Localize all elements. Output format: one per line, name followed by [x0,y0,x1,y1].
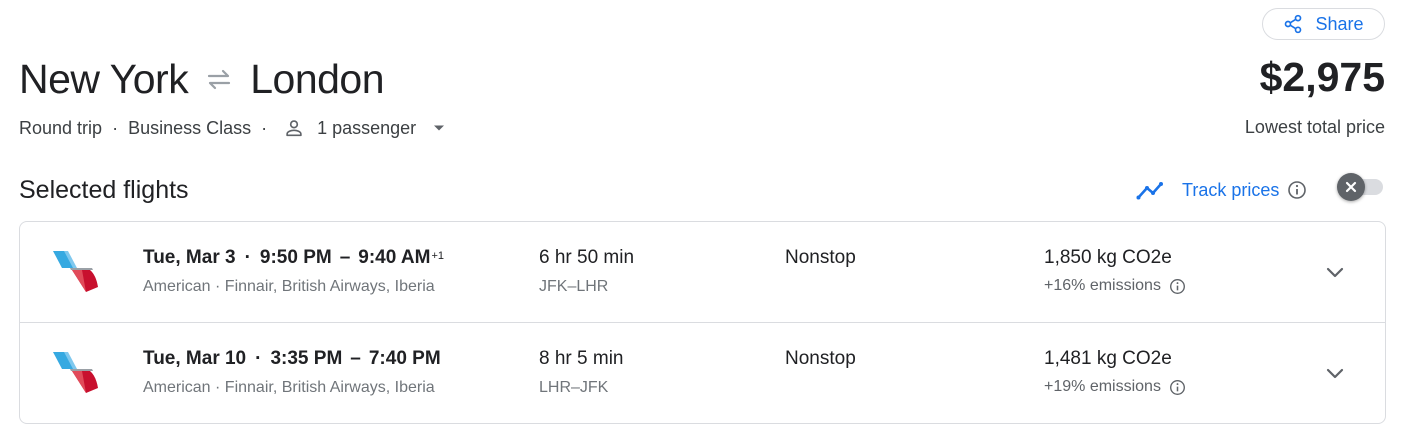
flight-emissions: 1,481 kg CO2e [1044,348,1172,369]
emission-diff-label: +16% emissions [1044,277,1161,294]
time-dash: – [339,247,351,268]
toggle-knob [1337,173,1365,201]
flight-airports: JFK–LHR [539,278,609,295]
departure-time: 3:35 PM [270,348,343,369]
flight-row-outbound[interactable]: Tue, Mar 3 · 9:50 PM – 9:40 AM +1 Americ… [20,222,1385,322]
share-label: Share [1315,13,1364,34]
origin-city: New York [19,55,189,102]
flight-stops: Nonstop [785,247,856,268]
track-prices[interactable]: Track prices [1136,176,1307,204]
time-dash: – [350,348,361,369]
airline-names: American · Finnair, British Airways, Ibe… [143,278,435,295]
flight-stops: Nonstop [785,348,856,369]
trip-summary: Round trip · Business Class · 1 passenge… [19,116,446,140]
cabin-class: Business Class [128,117,252,138]
emission-diff-label: +19% emissions [1044,378,1161,395]
emission-difference: +19% emissions [1044,378,1186,396]
flight-airports: LHR–JFK [539,379,609,396]
share-icon [1283,14,1303,34]
price-label: Lowest total price [1244,117,1385,137]
selected-flights-heading: Selected flights [19,176,189,204]
route-title: New York London [19,54,385,104]
flight-duration: 8 hr 5 min [539,348,624,369]
close-icon [1344,180,1358,194]
flight-duration: 6 hr 50 min [539,247,635,268]
info-icon[interactable] [1169,379,1186,396]
flight-row-return[interactable]: Tue, Mar 10 · 3:35 PM – 7:40 PM American… [20,322,1385,423]
day-offset: +1 [431,250,444,262]
airline-names: American · Finnair, British Airways, Ibe… [143,379,435,396]
airline-logo [52,350,100,396]
emission-difference: +16% emissions [1044,277,1186,295]
destination-city: London [250,55,385,102]
separator-dot: · [244,247,251,268]
track-prices-toggle[interactable] [1337,173,1385,201]
passenger-selector[interactable]: 1 passenger [277,117,446,139]
person-icon [283,117,305,139]
chevron-down-icon[interactable] [1321,359,1349,387]
share-button[interactable]: Share [1262,8,1385,40]
separator-dot: · [261,117,268,138]
arrival-time: 9:40 AM [358,247,431,268]
info-icon[interactable] [1169,278,1186,295]
caret-down-icon [432,121,446,135]
swap-icon [204,64,234,94]
separator-dot: · [255,348,262,369]
airline-logo [52,249,100,295]
selected-flights-list: Tue, Mar 3 · 9:50 PM – 9:40 AM +1 Americ… [19,221,1386,424]
flight-times: Tue, Mar 3 · 9:50 PM – 9:40 AM +1 [143,247,444,269]
total-price: $2,975 [1259,54,1385,100]
departure-time: 9:50 PM [259,247,332,268]
trend-icon [1136,179,1168,201]
info-icon[interactable] [1287,180,1307,200]
arrival-time: 7:40 PM [368,348,441,369]
chevron-down-icon[interactable] [1321,258,1349,286]
separator-dot: · [112,117,119,138]
flight-times: Tue, Mar 10 · 3:35 PM – 7:40 PM [143,348,441,370]
trip-type: Round trip [19,117,103,138]
flight-date: Tue, Mar 3 [143,247,236,268]
flight-date: Tue, Mar 10 [143,348,247,369]
flight-emissions: 1,850 kg CO2e [1044,247,1172,268]
passenger-count: 1 passenger [317,117,417,138]
track-prices-label: Track prices [1182,179,1280,200]
